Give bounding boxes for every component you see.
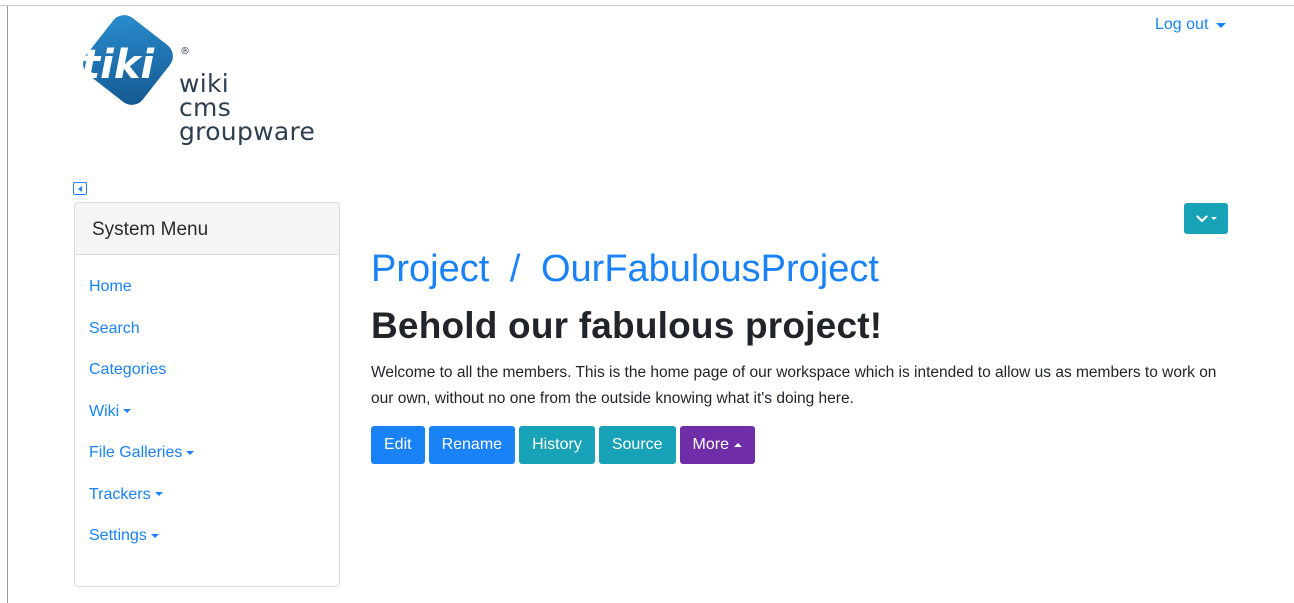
svg-text:tiki: tiki xyxy=(81,42,155,88)
history-button[interactable]: History xyxy=(519,426,595,464)
sidebar-item-file-galleries[interactable]: File Galleries xyxy=(75,441,339,483)
page-options-button[interactable] xyxy=(1184,203,1228,234)
tiki-logo-mark-icon: tiki ® xyxy=(81,15,190,105)
caret-up-icon xyxy=(734,443,742,447)
logo-wordmark: wiki cms groupware xyxy=(179,71,316,146)
page-intro-text: Welcome to all the members. This is the … xyxy=(371,364,1217,407)
edit-button[interactable]: Edit xyxy=(371,426,425,464)
page-actions: Edit Rename History Source More xyxy=(371,426,755,464)
sidebar-item-trackers[interactable]: Trackers xyxy=(75,483,339,525)
source-button[interactable]: Source xyxy=(598,426,676,464)
sidebar-item-wiki[interactable]: Wiki xyxy=(75,400,339,442)
caret-down-icon xyxy=(186,450,195,455)
caret-down-icon xyxy=(123,409,132,414)
sidebar-item-home[interactable]: Home xyxy=(75,275,339,317)
window-top-border xyxy=(0,0,1294,6)
tiki-logo[interactable]: tiki ® wiki cms groupware xyxy=(70,14,340,154)
system-menu-title: System Menu xyxy=(75,203,339,255)
system-menu-list: Home Search Categories Wiki File Galleri… xyxy=(75,255,339,566)
caret-down-icon xyxy=(150,533,159,538)
system-menu: System Menu Home Search Categories Wiki … xyxy=(74,202,340,587)
caret-down-icon xyxy=(1216,22,1227,28)
logout-menu[interactable]: Log out xyxy=(1155,16,1227,34)
chevron-down-icon xyxy=(1195,214,1208,222)
caret-down-icon xyxy=(154,492,163,497)
svg-text:®: ® xyxy=(180,46,190,57)
breadcrumb-parent-link[interactable]: Project xyxy=(371,248,489,290)
page-title: Behold our fabulous project! xyxy=(371,305,883,346)
breadcrumb-separator: / xyxy=(509,248,521,290)
breadcrumb: Project / OurFabulousProject xyxy=(371,248,879,291)
breadcrumb-current-link[interactable]: OurFabulousProject xyxy=(541,248,879,290)
sidebar-item-categories[interactable]: Categories xyxy=(75,358,339,400)
more-button[interactable]: More xyxy=(679,426,755,464)
caret-down-icon xyxy=(1210,217,1217,220)
sidebar-item-search[interactable]: Search xyxy=(75,317,339,359)
window-left-border xyxy=(7,6,8,603)
logout-label: Log out xyxy=(1155,16,1209,33)
sidebar-item-settings[interactable]: Settings xyxy=(75,524,339,566)
rename-button[interactable]: Rename xyxy=(428,426,516,464)
sidebar-collapse-icon[interactable] xyxy=(73,182,87,195)
logo-word-groupware: groupware xyxy=(179,117,316,146)
